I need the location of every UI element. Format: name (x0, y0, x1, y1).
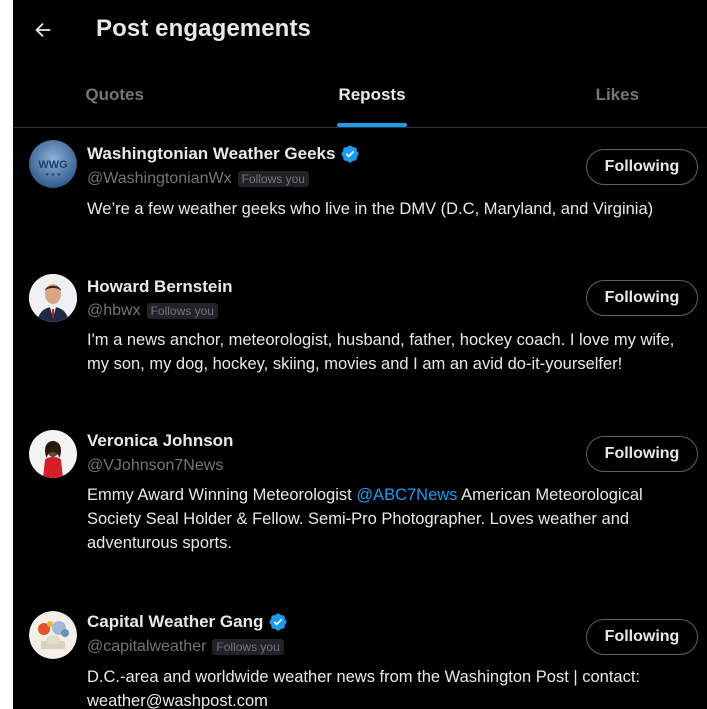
avatar-logo-text: WWG (38, 159, 67, 171)
user-bio: We’re a few weather geeks who live in th… (87, 200, 654, 218)
user-handle[interactable]: @VJohnson7News (87, 457, 223, 475)
user-row[interactable]: Howard Bernstein @hbwx Follows you I'm a… (13, 266, 707, 424)
verified-badge-icon (341, 145, 359, 163)
verified-badge-icon (269, 613, 287, 631)
user-name[interactable]: Capital Weather Gang (87, 612, 263, 632)
user-row[interactable]: Veronica Johnson @VJohnson7News Emmy Awa… (13, 424, 707, 599)
follows-you-badge: Follows you (212, 639, 284, 655)
user-row[interactable]: WWG ★ ★ ★ Washingtonian Weather Geeks @W… (13, 128, 707, 266)
user-bio: Emmy Award Winning Meteorologist @ABC7Ne… (87, 483, 699, 555)
follows-you-badge: Follows you (237, 171, 309, 187)
header: Post engagements (13, 0, 707, 62)
tab-label: Likes (595, 84, 640, 104)
tab-likes[interactable]: Likes (476, 62, 707, 127)
follows-you-badge: Follows you (146, 303, 218, 319)
avatar[interactable]: WWG ★ ★ ★ (29, 140, 77, 188)
tab-label: Reposts (338, 84, 406, 104)
tab-reposts[interactable]: Reposts (244, 62, 475, 127)
back-button[interactable] (31, 18, 55, 42)
avatar[interactable] (29, 430, 77, 478)
profile-photo-icon (29, 274, 77, 322)
avatar[interactable] (29, 274, 77, 322)
avatar[interactable] (29, 611, 77, 659)
wwg-logo-icon: WWG ★ ★ ★ (29, 140, 77, 188)
user-handle[interactable]: @hbwx (87, 302, 141, 320)
following-button[interactable]: Following (586, 619, 698, 655)
active-tab-indicator (336, 123, 407, 127)
user-name[interactable]: Howard Bernstein (87, 277, 232, 297)
svg-text:★ ★ ★: ★ ★ ★ (45, 172, 62, 178)
following-button[interactable]: Following (586, 436, 698, 472)
profile-photo-icon (29, 430, 77, 478)
user-name[interactable]: Veronica Johnson (87, 431, 233, 451)
engagement-tabs: Quotes Reposts Likes (13, 62, 707, 128)
user-handle[interactable]: @capitalweather (87, 638, 206, 656)
handle-line: @WashingtonianWx Follows you (87, 170, 309, 188)
user-row[interactable]: Capital Weather Gang @capitalweather Fol… (13, 599, 707, 709)
user-name[interactable]: Washingtonian Weather Geeks (87, 144, 335, 164)
page-title: Post engagements (96, 15, 311, 42)
bio-mention-link[interactable]: @ABC7News (356, 486, 457, 504)
name-line: Washingtonian Weather Geeks (87, 144, 360, 164)
user-handle[interactable]: @WashingtonianWx (87, 170, 232, 188)
window-edge (0, 245, 13, 271)
handle-line: @capitalweather Follows you (87, 638, 284, 656)
tab-label: Quotes (85, 84, 144, 104)
user-bio: D.C.-area and worldwide weather news fro… (87, 668, 641, 709)
following-button[interactable]: Following (586, 280, 698, 316)
name-line: Capital Weather Gang (87, 612, 288, 632)
following-button[interactable]: Following (586, 149, 698, 185)
user-bio: I'm a news anchor, meteorologist, husban… (87, 331, 675, 373)
handle-line: @VJohnson7News (87, 457, 223, 475)
bio-text: Emmy Award Winning Meteorologist (87, 486, 357, 504)
name-line: Howard Bernstein (87, 277, 232, 297)
name-line: Veronica Johnson (87, 431, 233, 451)
handle-line: @hbwx Follows you (87, 302, 218, 320)
app-window: Post engagements Quotes Reposts Likes WW… (13, 0, 707, 709)
arrow-left-icon (35, 22, 51, 38)
weather-gang-logo-icon (29, 611, 77, 659)
tab-quotes[interactable]: Quotes (13, 62, 244, 127)
